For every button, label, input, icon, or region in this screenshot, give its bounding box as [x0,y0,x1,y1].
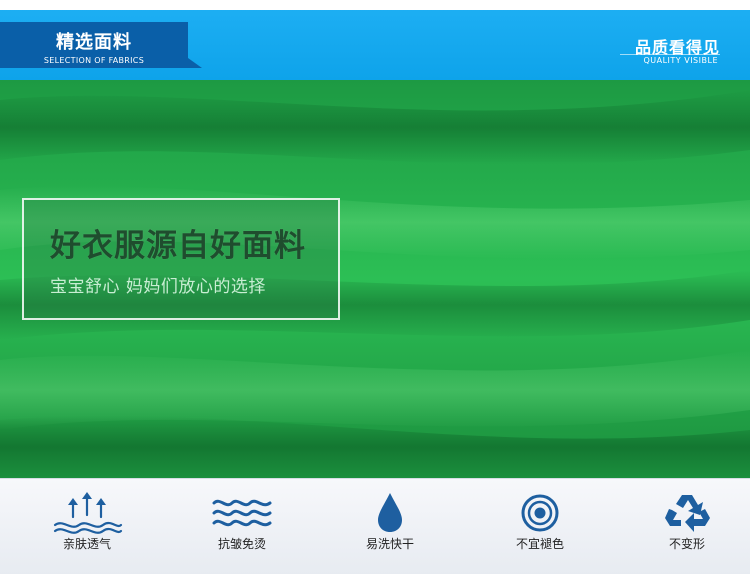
header-top-strip [0,0,750,10]
recycle-icon [665,495,710,532]
feature-breathable: 亲肤透气 [27,479,147,574]
waves-icon [212,499,272,527]
feature-colorfast: 不宜褪色 [480,479,600,574]
feature-label: 不变形 [668,537,705,551]
section-title: 精选面料 [56,32,132,53]
caption-box: 好衣服源自好面料 宝宝舒心 妈妈们放心的选择 [22,198,340,320]
feature-quick-dry: 易洗快干 [330,479,450,574]
fabric-photo: 好衣服源自好面料 宝宝舒心 妈妈们放心的选择 [0,80,750,478]
caption-title: 好衣服源自好面料 [50,228,306,264]
feature-no-deform: 不变形 [627,479,747,574]
water-drop-icon [378,493,402,532]
section-header: 精选面料 SELECTION OF FABRICS 品质看得见 QUALITY … [0,0,750,80]
feature-bar: 亲肤透气 抗皱免烫 易洗快干 不宜褪色 不变形 [0,478,750,574]
feature-label: 抗皱免烫 [217,537,266,551]
section-subtitle: SELECTION OF FABRICS [43,56,145,65]
feature-label: 亲肤透气 [62,537,111,551]
breathable-arrows-icon [53,492,123,534]
quality-divider [620,54,720,55]
product-detail-page: 精选面料 SELECTION OF FABRICS 品质看得见 QUALITY … [0,0,750,574]
feature-wrinkle-free: 抗皱免烫 [182,479,302,574]
caption-subtitle: 宝宝舒心 妈妈们放心的选择 [50,277,266,297]
target-icon [521,494,559,532]
header-left-accent [188,58,202,68]
feature-label: 易洗快干 [365,537,414,551]
feature-label: 不宜褪色 [515,537,564,551]
quality-subtitle: QUALITY VISIBLE [643,56,718,65]
